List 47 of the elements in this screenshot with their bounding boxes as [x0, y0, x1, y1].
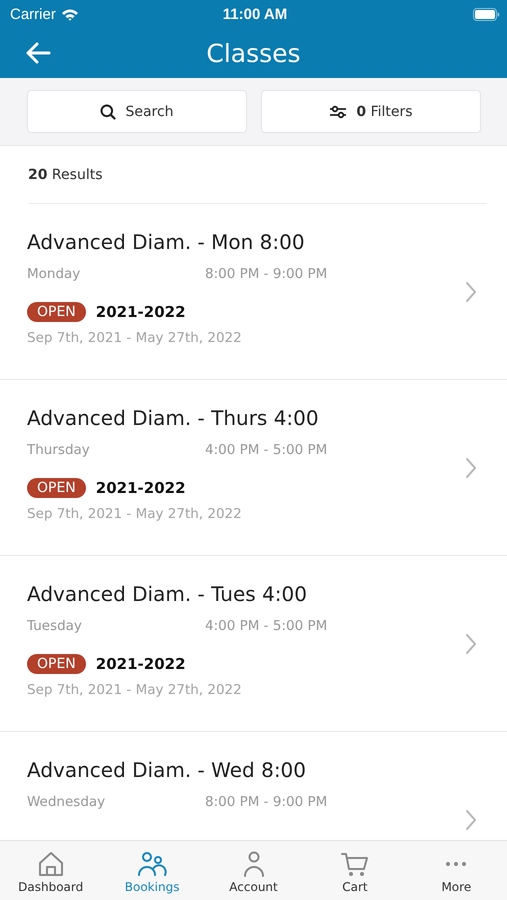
sliders-icon [329, 104, 348, 118]
tab-bar-item[interactable]: Cart [304, 841, 406, 900]
class-list-item[interactable]: Advanced Diam. - Mon 8:00 Monday 8:00 PM - 9:00 PM OPEN 2021-2022 Sep 7th, 2021 - May 27th, 2022 [0, 204, 507, 380]
status-badge: OPEN [27, 478, 86, 498]
class-day: Tuesday [27, 618, 205, 634]
status-time: 11:00 AM [222, 6, 288, 22]
class-time: 4:00 PM - 5:00 PM [205, 442, 328, 458]
search-button[interactable]: Search [27, 90, 247, 133]
more-icon [445, 861, 468, 867]
tab-bar-item[interactable]: Bookings [101, 841, 203, 900]
status-badge: OPEN [27, 654, 86, 674]
class-title: Advanced Diam. - Wed 8:00 [27, 758, 308, 782]
class-season: 2021-2022 [96, 655, 186, 673]
class-time: 8:00 PM - 9:00 PM [205, 266, 328, 282]
results-count: 20 Results [28, 166, 102, 182]
chevron-right-icon [465, 456, 477, 478]
class-dates: Sep 7th, 2021 - May 27th, 2022 [27, 330, 243, 346]
class-dates: Sep 7th, 2021 - May 27th, 2022 [27, 506, 243, 522]
class-title: Advanced Diam. - Thurs 4:00 [27, 406, 320, 430]
wifi-icon [60, 8, 79, 20]
people-icon [137, 850, 168, 878]
class-time: 8:00 PM - 9:00 PM [205, 794, 328, 810]
class-day: Wednesday [27, 794, 205, 810]
battery-icon [472, 8, 500, 20]
tab-bar-item[interactable]: Dashboard [0, 841, 102, 900]
tab-bar-item[interactable]: Account [202, 841, 304, 900]
status-badge: OPEN [27, 302, 86, 322]
class-list-item[interactable]: Advanced Diam. - Tues 4:00 Tuesday 4:00 PM - 5:00 PM OPEN 2021-2022 Sep 7th, 2021 - May 27th, 2022 [0, 556, 507, 732]
class-list-item[interactable]: Advanced Diam. - Thurs 4:00 Thursday 4:00 PM - 5:00 PM OPEN 2021-2022 Sep 7th, 2021 - May 27th, 2022 [0, 380, 507, 556]
tab-bar-item[interactable]: More [406, 841, 507, 900]
class-title: Advanced Diam. - Tues 4:00 [27, 582, 308, 606]
class-season: 2021-2022 [96, 303, 186, 321]
filters-button[interactable]: 0 Filters [261, 90, 481, 133]
back-arrow-icon[interactable] [25, 42, 51, 64]
class-title: Advanced Diam. - Mon 8:00 [27, 230, 306, 254]
cart-icon [340, 850, 370, 878]
class-season: 2021-2022 [96, 479, 186, 497]
class-dates: Sep 7th, 2021 - May 27th, 2022 [27, 682, 243, 698]
class-time: 4:00 PM - 5:00 PM [205, 618, 328, 634]
chevron-right-icon [465, 280, 477, 302]
carrier-label: Carrier [10, 6, 56, 22]
chevron-right-icon [465, 632, 477, 654]
page-title: Classes [206, 38, 301, 68]
class-day: Thursday [27, 442, 205, 458]
chevron-right-icon [465, 808, 477, 830]
search-icon [100, 104, 116, 120]
class-day: Monday [27, 266, 205, 282]
